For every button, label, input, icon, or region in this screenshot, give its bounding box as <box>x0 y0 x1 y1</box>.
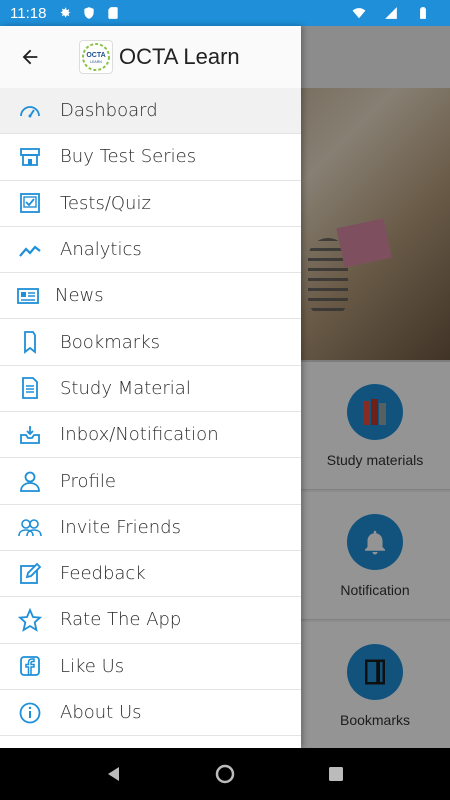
menu-item-like-us[interactable]: Like Us <box>0 643 301 690</box>
news-icon <box>16 287 39 304</box>
menu-item-bookmarks[interactable]: Bookmarks <box>0 319 301 366</box>
document-icon <box>22 377 38 400</box>
settings-icon <box>61 7 71 18</box>
menu-label: About Us <box>60 702 142 723</box>
menu-item-feedback[interactable]: Feedback <box>0 550 301 598</box>
menu-label: Analytics <box>60 239 142 261</box>
sd-card-icon <box>108 7 119 19</box>
store-icon <box>20 148 40 166</box>
menu-label: Dashboard <box>60 100 158 122</box>
app-title: OCTA Learn <box>119 44 240 69</box>
wifi-icon <box>352 8 366 19</box>
nav-recents-icon[interactable] <box>327 765 345 783</box>
inbox-icon <box>20 425 40 444</box>
back-button[interactable] <box>0 26 60 88</box>
menu-item-profile[interactable]: Profile <box>0 458 301 505</box>
menu-label: Rate The App <box>60 609 182 631</box>
menu-item-rate-the-app[interactable]: Rate The App <box>0 597 301 644</box>
menu-item-buy-test-series[interactable]: Buy Test Series <box>0 134 301 181</box>
menu-label: Like Us <box>60 655 125 677</box>
status-bar: 11:18 <box>0 0 450 26</box>
menu-label: Profile <box>60 470 116 492</box>
svg-text:LEARN: LEARN <box>90 60 102 64</box>
menu-label: Bookmarks <box>60 331 161 353</box>
friends-icon <box>18 519 42 537</box>
menu-item-inbox-notification[interactable]: Inbox/Notification <box>0 412 301 459</box>
quiz-icon <box>20 193 40 214</box>
system-nav-bar <box>0 748 450 800</box>
star-icon <box>18 607 42 632</box>
svg-text:OCTA: OCTA <box>86 52 105 59</box>
menu-label: Invite Friends <box>60 516 181 538</box>
edit-icon <box>20 562 42 584</box>
navigation-drawer: OCTA LEARN OCTA Learn Dashboard Buy Test… <box>0 26 301 748</box>
arrow-left-icon <box>22 49 38 65</box>
menu-item-study-material[interactable]: Study Material <box>0 365 301 413</box>
drawer-header: OCTA LEARN OCTA Learn <box>0 26 301 88</box>
menu-label: News <box>55 285 104 307</box>
shield-icon <box>84 7 95 19</box>
bookmark-icon <box>24 331 36 354</box>
menu-item-tests-quiz[interactable]: Tests/Quiz <box>0 180 301 227</box>
profile-icon <box>20 471 40 492</box>
menu-label: Inbox/Notification <box>60 424 219 446</box>
analytics-icon <box>19 244 41 257</box>
facebook-icon <box>20 656 40 677</box>
nav-back-icon[interactable] <box>105 765 123 783</box>
menu-label: Buy Test Series <box>60 146 197 168</box>
menu-label: Feedback <box>60 563 146 585</box>
menu-item-news[interactable]: News <box>0 273 301 320</box>
menu-label: Tests/Quiz <box>60 192 151 214</box>
nav-home-icon[interactable] <box>214 763 236 785</box>
menu-item-dashboard[interactable]: Dashboard <box>0 88 301 135</box>
menu-item-analytics[interactable]: Analytics <box>0 226 301 274</box>
info-icon <box>19 702 41 723</box>
app-logo: OCTA LEARN <box>79 40 113 74</box>
status-time: 11:18 <box>10 4 47 22</box>
menu-label: Study Material <box>60 377 191 399</box>
menu-item-about-us[interactable]: About Us <box>0 689 301 737</box>
drawer-menu: Dashboard Buy Test Series Tests/Quiz Ana… <box>0 88 301 737</box>
cell-signal-icon <box>385 7 397 19</box>
battery-icon <box>420 7 426 19</box>
dashboard-icon <box>20 105 40 118</box>
menu-item-invite-friends[interactable]: Invite Friends <box>0 504 301 551</box>
